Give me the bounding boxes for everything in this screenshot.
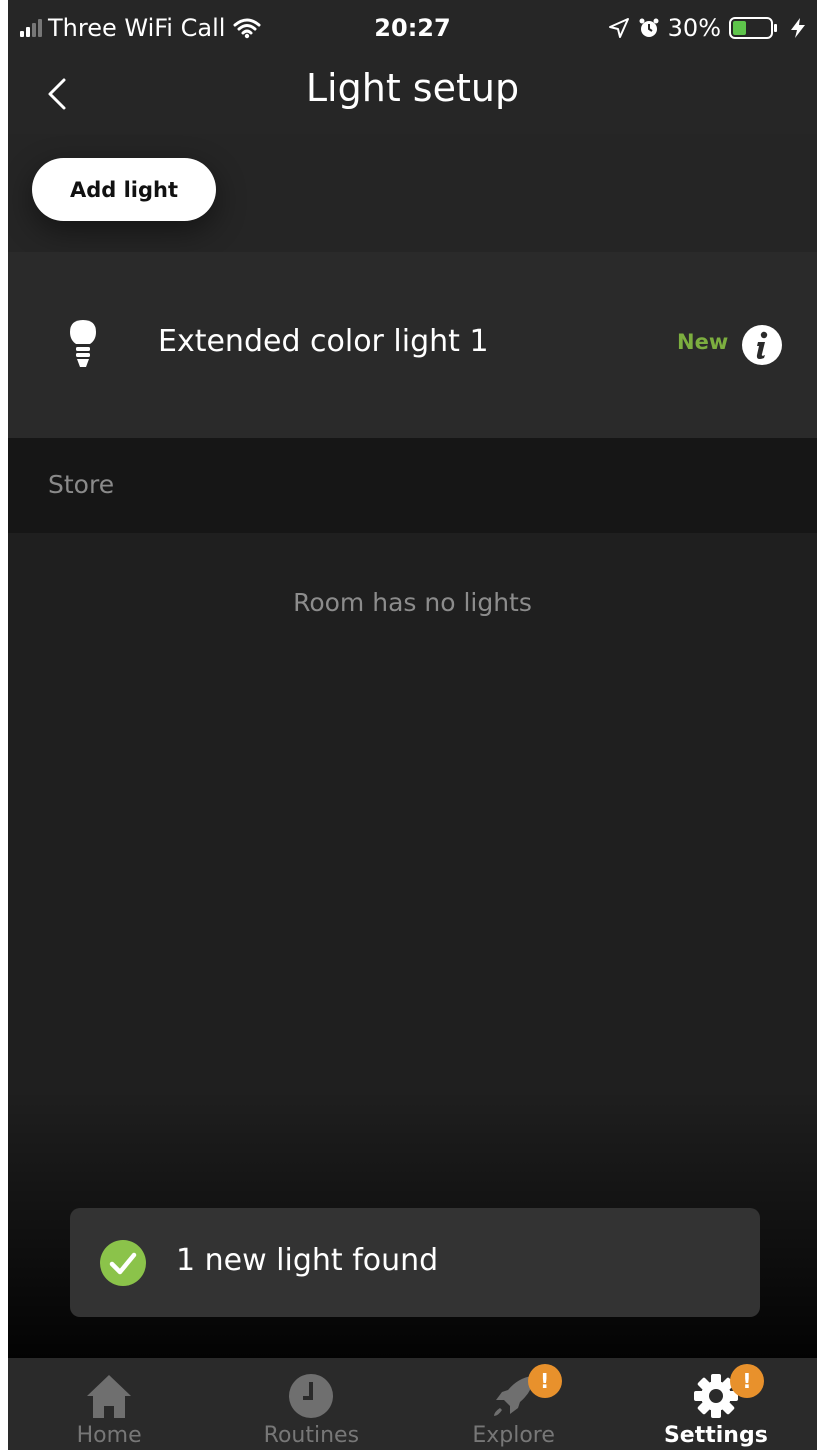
- tab-explore[interactable]: ! Explore: [413, 1358, 615, 1450]
- section-title: Store: [48, 470, 115, 499]
- charging-bolt-icon: [791, 18, 805, 38]
- battery-icon: [729, 17, 777, 39]
- home-icon: [87, 1375, 132, 1418]
- chevron-left-icon: [48, 78, 66, 110]
- tab-label: Home: [76, 1423, 142, 1448]
- tab-label: Explore: [472, 1423, 555, 1448]
- tab-routines[interactable]: Routines: [210, 1358, 412, 1450]
- tab-bar: Home Routines ! Explore ! Settings: [8, 1358, 817, 1450]
- status-left: Three WiFi Call: [20, 14, 261, 42]
- list-item-light[interactable]: Extended color light 1 New: [8, 252, 817, 438]
- battery-percent: 30%: [667, 14, 721, 42]
- status-right: 30%: [608, 14, 809, 42]
- status-bar: Three WiFi Call 20:27 30%: [8, 0, 817, 58]
- section-header: Store: [8, 438, 817, 533]
- back-button[interactable]: [38, 70, 82, 118]
- add-light-button[interactable]: Add light: [32, 158, 216, 221]
- tab-home[interactable]: Home: [8, 1358, 210, 1450]
- app-screen: Three WiFi Call 20:27 30% Light setup Ad…: [8, 0, 817, 1450]
- alarm-icon: [639, 18, 659, 37]
- tab-label: Settings: [663, 1423, 768, 1448]
- tab-settings[interactable]: ! Settings: [615, 1358, 817, 1450]
- explore-notification-badge: !: [527, 1364, 562, 1398]
- toast-notification: 1 new light found: [70, 1208, 760, 1317]
- new-badge: New: [677, 330, 729, 354]
- add-light-bar: Add light: [8, 134, 817, 252]
- signal-icon: [20, 19, 42, 37]
- toast-message: 1 new light found: [176, 1243, 439, 1278]
- info-icon[interactable]: [741, 324, 783, 366]
- wifi-icon: [233, 18, 261, 39]
- location-arrow-icon: [608, 18, 629, 38]
- bulb-icon: [70, 320, 96, 367]
- check-circle-icon: [100, 1240, 146, 1286]
- light-name: Extended color light 1: [158, 324, 489, 359]
- tab-label: Routines: [263, 1423, 360, 1448]
- carrier-label: Three WiFi Call: [48, 14, 226, 42]
- empty-state-message: Room has no lights: [293, 588, 532, 617]
- clock-icon: [289, 1374, 334, 1418]
- nav-header: Light setup: [8, 58, 817, 134]
- page-title: Light setup: [305, 66, 520, 110]
- settings-notification-badge: !: [729, 1364, 764, 1398]
